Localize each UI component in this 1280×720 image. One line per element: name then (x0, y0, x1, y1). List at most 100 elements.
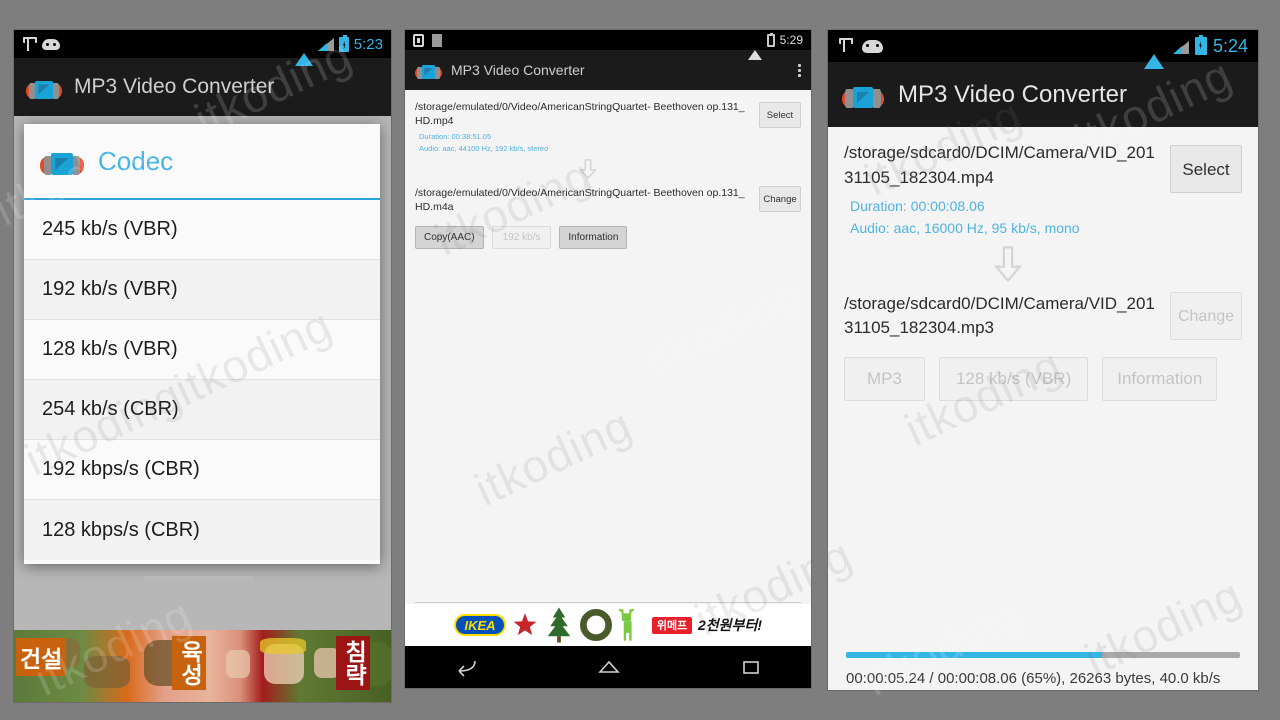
change-button: Change (1170, 291, 1242, 340)
android-head-icon (42, 38, 60, 50)
action-bar: MP3 Video Converter (828, 62, 1258, 127)
status-bar-clock: 5:23 (353, 35, 383, 53)
bitrate-button: 192 kb/s (491, 226, 552, 250)
screenshot-root: 5:23 MP3 Video Converter /storage/sdcard… (0, 0, 1280, 720)
information-button[interactable]: Information (559, 226, 628, 250)
progress-bar (846, 652, 1240, 658)
battery-charging-icon (338, 34, 349, 52)
phone-panel-converting: 5:24 MP3 Video Converter /storage/sdcard… (828, 30, 1258, 690)
signal-icon (1171, 39, 1189, 54)
option-button-row: Copy(AAC) 192 kb/s Information (415, 226, 801, 250)
format-button: MP3 (844, 356, 925, 401)
usb-icon (22, 36, 37, 52)
scroll-indicator[interactable] (144, 576, 254, 581)
dialog-header: Codec (24, 124, 380, 198)
ad-text-1: 건설 (16, 638, 67, 676)
usb-icon (838, 37, 853, 56)
wifi-icon (747, 35, 762, 60)
wifi-icon (1143, 38, 1165, 69)
ad-price-text: 2천원부터! (698, 617, 762, 633)
wreath-icon (580, 609, 613, 641)
codec-button[interactable]: Copy(AAC) (415, 226, 484, 250)
progress-bar-fill (846, 652, 1103, 658)
list-item[interactable]: 128 kb/s (VBR) (24, 320, 380, 380)
overflow-menu-icon[interactable] (798, 63, 801, 77)
list-item[interactable]: 254 kb/s (CBR) (24, 380, 380, 440)
sim-card-icon (413, 33, 424, 47)
target-file-row: /storage/sdcard0/DCIM/Camera/VID_2013110… (844, 291, 1242, 341)
reindeer-icon (618, 608, 635, 641)
action-bar: MP3 Video Converter (14, 58, 391, 116)
arrow-down-icon (844, 245, 1242, 282)
source-file-path: /storage/emulated/0/Video/AmericanString… (415, 101, 745, 128)
source-duration: Duration: 00:00:08.06 (850, 198, 985, 215)
bitrate-button: 128 kb/s (VBR) (938, 356, 1089, 401)
phone-panel-codec-dialog: 5:23 MP3 Video Converter /storage/sdcard… (14, 30, 391, 702)
status-bar-clock: 5:29 (779, 33, 803, 47)
star-ornament-icon (513, 613, 537, 636)
codec-option-label: 192 kb/s (VBR) (42, 278, 178, 300)
arrow-down-icon (415, 158, 801, 180)
codec-option-label: 192 kbps/s (CBR) (42, 458, 200, 480)
battery-charging-icon (1194, 35, 1207, 55)
game-ad-banner[interactable]: 건설 육성 침략 (14, 630, 391, 702)
status-bar-clock: 5:24 (1212, 35, 1248, 56)
app-title: MP3 Video Converter (74, 75, 275, 98)
target-file-row: /storage/emulated/0/Video/AmericanString… (415, 185, 801, 214)
ad-text-2: 육성 (172, 636, 207, 690)
select-button[interactable]: Select (1170, 145, 1242, 193)
target-file-path: /storage/emulated/0/Video/AmericanString… (415, 186, 745, 214)
main-content: /storage/sdcard0/DCIM/ Codec (14, 116, 391, 702)
source-duration: Duration: 00:38:51.05 (419, 132, 492, 142)
recents-icon[interactable] (739, 657, 763, 677)
status-bar: 5:29 (405, 30, 811, 60)
android-head-icon (862, 39, 883, 53)
app-headphones-video-icon (842, 74, 884, 116)
codec-option-label: 254 kb/s (CBR) (42, 398, 179, 420)
source-audio-info: Audio: aac, 44100 Hz, 192 kb/s, stereo (419, 143, 549, 153)
app-headphones-video-icon (415, 57, 442, 84)
codec-option-label: 128 kb/s (VBR) (42, 338, 178, 360)
list-item[interactable]: 192 kbps/s (CBR) (24, 440, 380, 500)
wifi-icon (294, 37, 313, 66)
main-content: /storage/emulated/0/Video/AmericanString… (405, 90, 811, 688)
battery-icon (766, 32, 775, 47)
app-title: MP3 Video Converter (898, 80, 1128, 108)
source-audio-info: Audio: aac, 16000 Hz, 95 kb/s, mono (850, 219, 1080, 236)
progress-status-text: 00:00:05.24 / 00:00:08.06 (65%), 26263 b… (846, 670, 1221, 687)
ad-text-3: 침략 (336, 636, 371, 690)
change-button[interactable]: Change (759, 185, 801, 212)
main-content: /storage/sdcard0/DCIM/Camera/VID_2013110… (828, 127, 1258, 690)
information-button: Information (1102, 356, 1218, 401)
sd-card-icon (432, 33, 442, 47)
ikea-ad-banner[interactable]: IKEA 위메프 2천원부터! (405, 604, 811, 646)
list-item[interactable]: 128 kbps/s (CBR) (24, 500, 380, 560)
dialog-title: Codec (98, 145, 174, 176)
status-bar: 5:24 (828, 30, 1258, 69)
signal-icon (317, 37, 334, 51)
select-button[interactable]: Select (759, 102, 801, 128)
status-bar: 5:23 (14, 30, 391, 66)
list-item[interactable]: 192 kb/s (VBR) (24, 260, 380, 320)
option-button-row: MP3 128 kb/s (VBR) Information (844, 356, 1242, 401)
codec-dialog: Codec 245 kb/s (VBR) 192 kb/s (VBR) 128 … (24, 124, 380, 564)
wemakeprice-badge: 위메프 (652, 616, 693, 634)
phone-panel-ready: 5:29 MP3 Video Converter /storage/emulat… (405, 30, 811, 688)
app-title: MP3 Video Converter (451, 62, 585, 78)
divider (415, 602, 801, 603)
dialog-app-icon (40, 139, 84, 183)
ikea-logo: IKEA (454, 614, 507, 636)
back-icon[interactable] (453, 657, 479, 677)
source-file-row: /storage/emulated/0/Video/AmericanString… (415, 100, 801, 154)
app-headphones-video-icon (26, 69, 62, 105)
christmas-tree-icon (547, 607, 571, 643)
codec-option-label: 128 kbps/s (CBR) (42, 518, 200, 541)
navigation-bar (405, 646, 811, 688)
codec-list: 245 kb/s (VBR) 192 kb/s (VBR) 128 kb/s (… (24, 200, 380, 560)
list-item[interactable]: 245 kb/s (VBR) (24, 200, 380, 260)
source-file-path: /storage/sdcard0/DCIM/Camera/VID_2013110… (844, 143, 1155, 187)
source-file-row: /storage/sdcard0/DCIM/Camera/VID_2013110… (844, 141, 1242, 240)
codec-option-label: 245 kb/s (VBR) (42, 218, 178, 240)
home-icon[interactable] (596, 657, 622, 677)
target-file-path: /storage/sdcard0/DCIM/Camera/VID_2013110… (844, 293, 1155, 338)
